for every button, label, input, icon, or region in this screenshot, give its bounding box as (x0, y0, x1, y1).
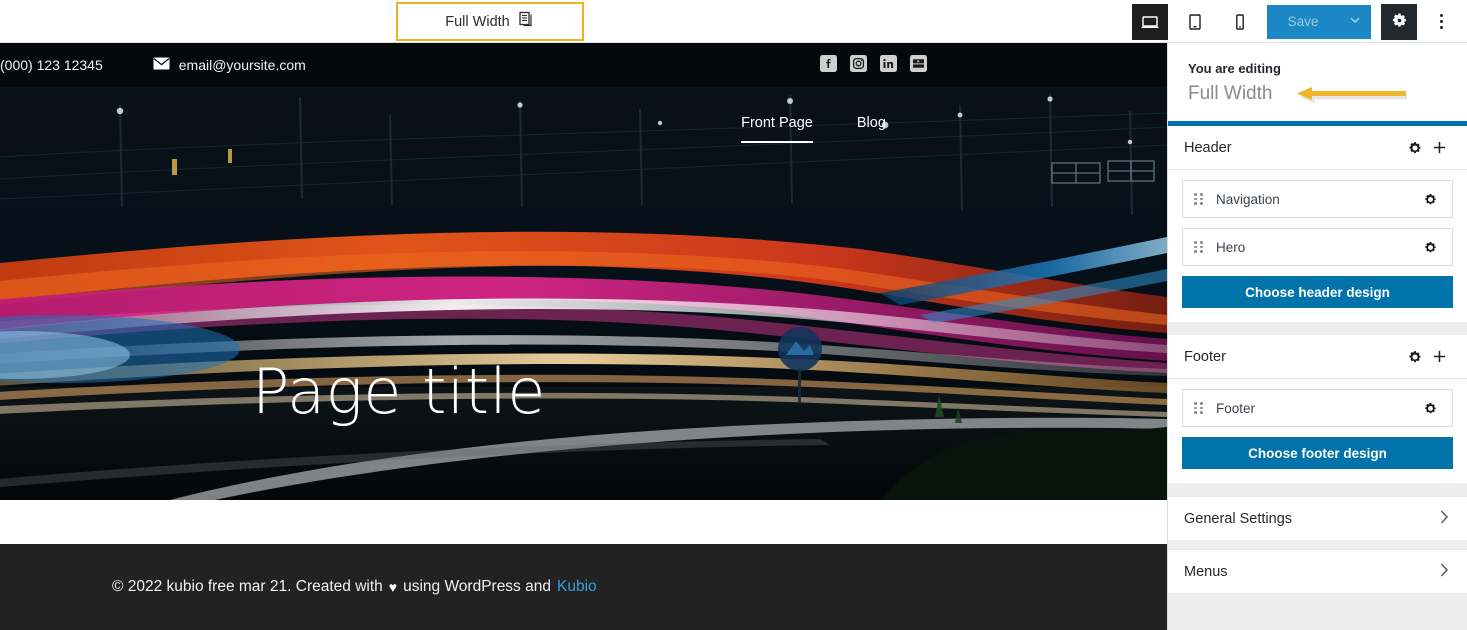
section-divider (1168, 541, 1467, 549)
site-preview[interactable]: (000) 123 12345 email@yoursite.com Front… (0, 43, 1167, 630)
chevron-down-icon (1348, 13, 1362, 30)
page-selector-label: Full Width (445, 13, 510, 30)
device-preview-mobile[interactable] (1222, 4, 1258, 40)
gear-icon (1390, 11, 1409, 33)
customizer-sidebar: You are editing Full Width Header Naviga… (1167, 43, 1467, 630)
drag-handle-icon[interactable] (1194, 241, 1203, 253)
chevron-right-icon (1440, 509, 1449, 528)
nav-link-front-page[interactable]: Front Page (741, 115, 813, 143)
more-options-button[interactable] (1427, 4, 1455, 40)
left-arrow-annotation-icon (1296, 86, 1408, 113)
pages-icon (519, 11, 535, 32)
hero-settings-gear-icon[interactable] (1418, 235, 1442, 259)
linkedin-icon[interactable] (880, 55, 897, 77)
header-item-navigation-label: Navigation (1216, 191, 1280, 207)
footer-kubio-link[interactable]: Kubio (557, 578, 597, 596)
social-links (820, 55, 927, 77)
editing-label: You are editing (1188, 61, 1281, 76)
device-preview-desktop[interactable] (1132, 3, 1168, 40)
kebab-menu-icon (1439, 14, 1443, 29)
drag-handle-icon[interactable] (1194, 193, 1203, 205)
footer-item-footer-label: Footer (1216, 400, 1256, 416)
desktop-icon (1140, 12, 1160, 32)
footer-credit-middle: using WordPress and (403, 578, 551, 595)
editing-context-panel: You are editing Full Width (1168, 43, 1467, 121)
section-divider (1168, 322, 1467, 335)
nav-link-blog[interactable]: Blog (857, 115, 886, 131)
drag-handle-icon[interactable] (1194, 402, 1203, 414)
header-item-hero-label: Hero (1216, 239, 1246, 255)
general-settings-label: General Settings (1184, 510, 1293, 527)
navigation-settings-gear-icon[interactable] (1418, 187, 1442, 211)
youtube-icon[interactable] (910, 55, 927, 77)
settings-button[interactable] (1381, 3, 1417, 40)
section-title-footer: Footer (1184, 348, 1226, 365)
site-contact-bar: (000) 123 12345 email@yoursite.com (0, 43, 1167, 87)
content-area (0, 500, 1167, 544)
section-divider (1168, 483, 1467, 496)
contact-email-text: email@yoursite.com (178, 57, 306, 73)
contact-phone: (000) 123 12345 (0, 57, 103, 73)
footer-item-settings-gear-icon[interactable] (1418, 396, 1442, 420)
section-body-header: Navigation Hero Choose header design (1168, 170, 1467, 322)
sidebar-item-menus[interactable]: Menus (1168, 549, 1467, 594)
page-selector-pill[interactable]: Full Width (396, 2, 584, 41)
site-footer: © 2022 kubio free mar 21. Created with ♥… (0, 544, 1167, 630)
header-item-navigation[interactable]: Navigation (1182, 180, 1453, 218)
menus-label: Menus (1184, 563, 1228, 580)
hero-background-image (0, 87, 1167, 500)
choose-header-design-button[interactable]: Choose header design (1182, 276, 1453, 308)
mobile-icon (1230, 12, 1250, 32)
footer-credit: © 2022 kubio free mar 21. Created with ♥… (112, 578, 597, 596)
header-settings-gear-icon[interactable] (1403, 136, 1427, 160)
toolbar-right-group: Save (1132, 0, 1455, 43)
section-header-header: Header (1168, 126, 1467, 170)
header-add-icon[interactable] (1427, 136, 1451, 160)
save-dropdown-button[interactable] (1339, 4, 1371, 39)
footer-item-footer[interactable]: Footer (1182, 389, 1453, 427)
footer-settings-gear-icon[interactable] (1403, 345, 1427, 369)
section-body-footer: Footer Choose footer design (1168, 379, 1467, 483)
section-header-footer: Footer (1168, 335, 1467, 379)
instagram-icon[interactable] (850, 55, 867, 77)
save-button[interactable]: Save (1267, 4, 1339, 39)
contact-email: email@yoursite.com (153, 57, 306, 73)
envelope-icon (153, 57, 170, 73)
device-preview-tablet[interactable] (1177, 4, 1213, 40)
sidebar-item-general-settings[interactable]: General Settings (1168, 496, 1467, 541)
facebook-icon[interactable] (820, 55, 837, 77)
site-navigation: Front Page Blog (0, 115, 1167, 143)
tablet-icon (1185, 12, 1205, 32)
customizer-window: Full Width Save (000) 123 12345 email@yo… (0, 0, 1467, 630)
header-item-hero[interactable]: Hero (1182, 228, 1453, 266)
chevron-right-icon (1440, 562, 1449, 581)
heart-icon: ♥ (388, 579, 398, 595)
hero-page-title[interactable]: Page title (252, 355, 546, 428)
choose-footer-design-button[interactable]: Choose footer design (1182, 437, 1453, 469)
footer-add-icon[interactable] (1427, 345, 1451, 369)
footer-credit-prefix: © 2022 kubio free mar 21. Created with (112, 578, 383, 595)
section-title-header: Header (1184, 139, 1232, 156)
editor-toolbar: Full Width Save (0, 0, 1467, 43)
hero-section[interactable]: Front Page Blog Page title (0, 87, 1167, 500)
